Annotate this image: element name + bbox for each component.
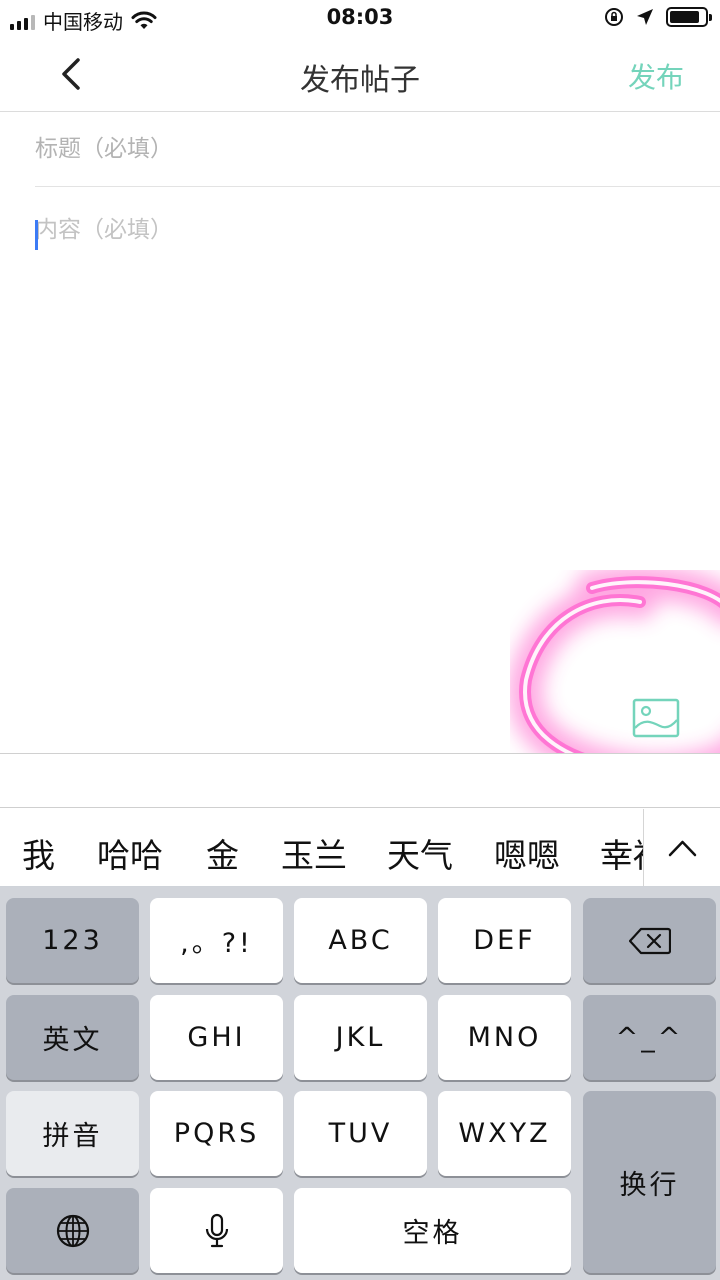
candidate-row: 我 哈哈 金 玉兰 天气 嗯嗯 幸福 xyxy=(0,809,644,886)
key-mno[interactable]: MNO xyxy=(438,995,571,1080)
key-tuv[interactable]: TUV xyxy=(294,1091,427,1176)
page-title: 发布帖子 xyxy=(300,63,420,98)
candidate-item[interactable]: 幸福 xyxy=(600,829,644,877)
return-key[interactable]: 换行 xyxy=(583,1091,716,1273)
globe-icon xyxy=(56,1214,89,1247)
title-field xyxy=(35,112,720,187)
delete-key[interactable] xyxy=(583,898,716,983)
candidate-item[interactable]: 玉兰 xyxy=(281,829,347,877)
navigation-bar: 发布帖子 发布 xyxy=(0,36,720,112)
key-english[interactable]: 英文 xyxy=(6,995,139,1080)
chevron-up-icon xyxy=(668,840,697,857)
orientation-lock-icon xyxy=(605,8,623,26)
key-punctuation[interactable]: ,。?! xyxy=(150,898,283,983)
battery-icon xyxy=(666,7,712,27)
candidate-item[interactable]: 哈哈 xyxy=(97,829,163,877)
status-bar: 中国移动 08:03 xyxy=(0,0,720,36)
candidate-bar: 我 哈哈 金 玉兰 天气 嗯嗯 幸福 xyxy=(0,809,720,887)
candidate-item[interactable]: 金 xyxy=(206,829,239,877)
content-input[interactable] xyxy=(35,210,675,690)
key-pinyin[interactable]: 拼音 xyxy=(6,1091,139,1176)
key-abc[interactable]: ABC xyxy=(294,898,427,983)
delete-icon xyxy=(628,927,671,954)
key-emoticon[interactable]: ^_^ xyxy=(583,995,716,1080)
content-field xyxy=(35,210,675,690)
microphone-key[interactable] xyxy=(150,1188,283,1273)
publish-button[interactable]: 发布 xyxy=(628,56,684,96)
text-caret xyxy=(35,220,38,250)
input-accessory-bar xyxy=(0,754,720,808)
title-input[interactable] xyxy=(35,112,720,186)
globe-key[interactable] xyxy=(6,1188,139,1273)
key-wxyz[interactable]: WXYZ xyxy=(438,1091,571,1176)
candidate-item[interactable]: 嗯嗯 xyxy=(494,829,560,877)
key-jkl[interactable]: JKL xyxy=(294,995,427,1080)
space-key[interactable]: 空格 xyxy=(294,1188,571,1273)
key-def[interactable]: DEF xyxy=(438,898,571,983)
microphone-icon xyxy=(205,1213,228,1247)
status-right xyxy=(604,7,712,27)
key-123[interactable]: 123 xyxy=(6,898,139,983)
location-icon xyxy=(637,9,653,25)
keyboard: 123 ,。?! ABC DEF 英文 GHI JKL MNO ^_^ 拼音 P… xyxy=(0,887,720,1280)
image-icon[interactable] xyxy=(632,698,680,738)
key-pqrs[interactable]: PQRS xyxy=(150,1091,283,1176)
expand-candidates-button[interactable] xyxy=(643,809,720,886)
key-ghi[interactable]: GHI xyxy=(150,995,283,1080)
candidate-item[interactable]: 天气 xyxy=(387,829,453,877)
candidate-item[interactable]: 我 xyxy=(22,829,55,877)
